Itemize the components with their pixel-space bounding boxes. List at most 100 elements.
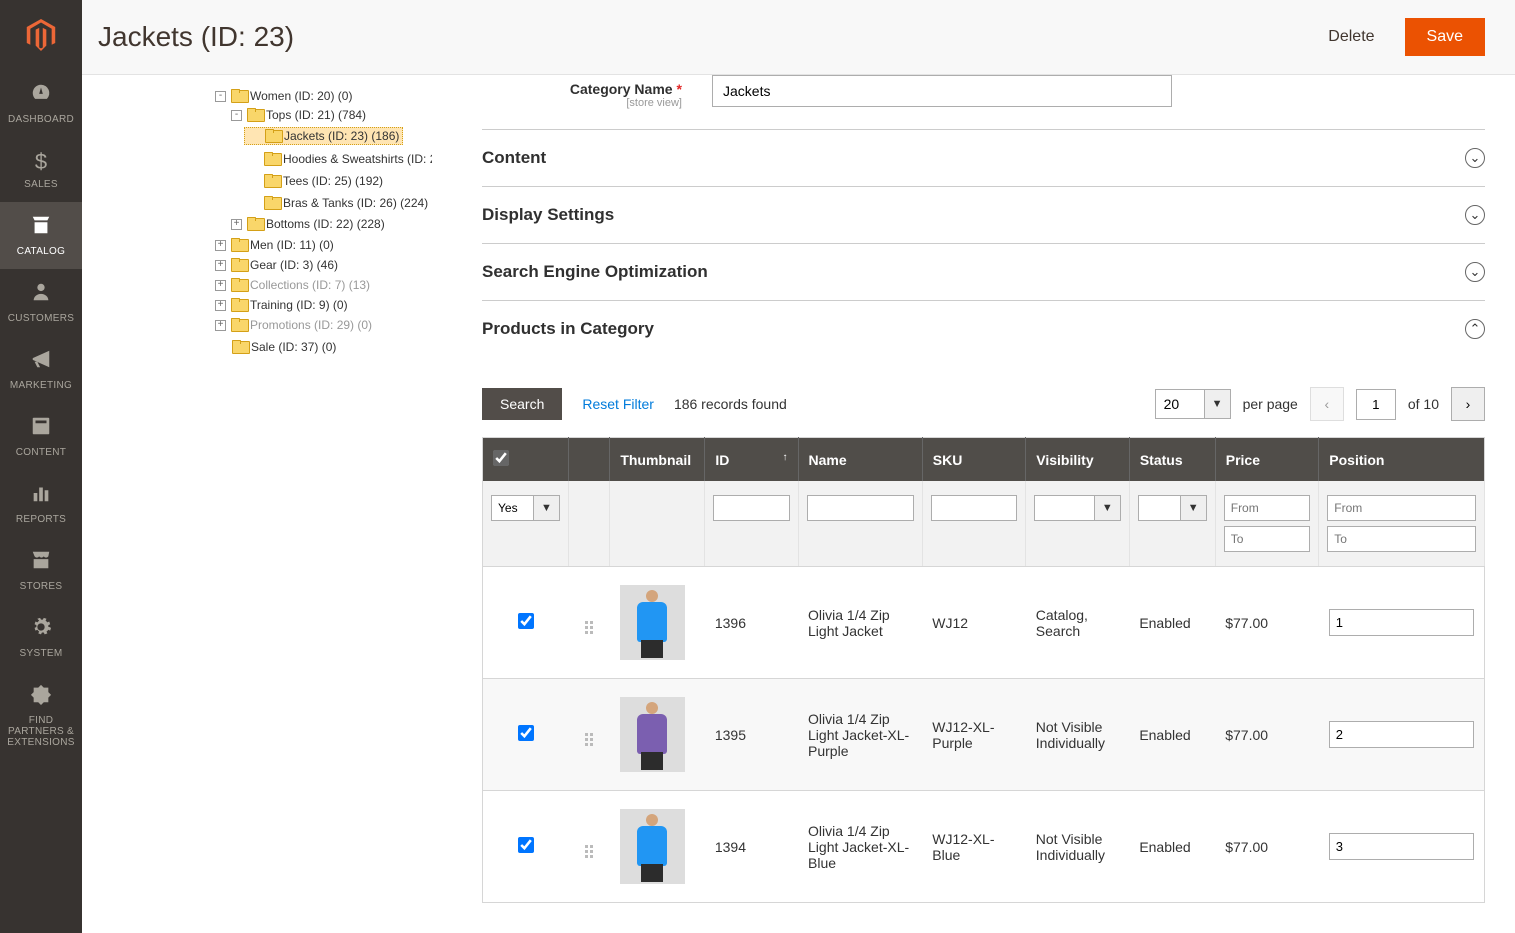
header-position[interactable]: Position [1319,438,1485,482]
header-price[interactable]: Price [1215,438,1319,482]
header-id[interactable]: ID↑ [705,438,798,482]
tree-node[interactable]: -Women (ID: 20) (0) [212,88,355,104]
chevron-down-icon: ⌄ [1465,205,1485,225]
position-input[interactable] [1329,721,1474,748]
filter-checkbox-select[interactable] [491,495,534,521]
collapse-icon[interactable]: - [231,110,242,121]
expand-icon[interactable]: + [215,240,226,251]
header-checkbox-col[interactable] [483,438,569,482]
content-icon [4,415,78,443]
pager-next-button[interactable]: › [1451,387,1485,421]
expand-icon[interactable]: + [215,280,226,291]
tree-node[interactable]: Hoodies & Sweatshirts (ID: 24) (182) [244,151,432,167]
filter-sku-input[interactable] [931,495,1018,521]
page-size-input[interactable] [1155,389,1205,419]
category-tree: -Women (ID: 20) (0) -Tops (ID: 21) (784) J… [82,75,432,933]
expand-icon[interactable]: + [231,219,242,230]
header-name[interactable]: Name [798,438,922,482]
table-row[interactable]: 1394 Olivia 1/4 Zip Light Jacket-XL-Blue… [483,791,1485,903]
tree-node[interactable]: -Tops (ID: 21) (784) [228,107,369,123]
pager-current-input[interactable] [1356,389,1396,420]
dashboard-icon [4,82,78,110]
filter-status-dropdown[interactable]: ▼ [1181,495,1207,521]
row-checkbox[interactable] [518,613,534,629]
delete-button[interactable]: Delete [1310,18,1392,56]
pager-prev-button[interactable]: ‹ [1310,387,1344,421]
filter-position-from[interactable] [1327,495,1476,521]
cell-id: 1396 [705,567,798,679]
tree-node[interactable]: Bras & Tanks (ID: 26) (224) [244,195,431,211]
sidebar-item-content[interactable]: Content [0,403,82,470]
header-thumbnail[interactable]: Thumbnail [610,438,705,482]
tree-node[interactable]: +Collections (ID: 7) (13) [212,277,373,293]
section-seo[interactable]: Search Engine Optimization ⌄ [482,243,1485,300]
sidebar-item-dashboard[interactable]: Dashboard [0,70,82,137]
filter-name-input[interactable] [807,495,914,521]
header-drag-col [568,438,609,482]
chevron-down-icon: ⌄ [1465,148,1485,168]
folder-icon [231,278,247,292]
reports-icon [4,482,78,510]
filter-price-from[interactable] [1224,495,1311,521]
sidebar-item-stores[interactable]: Stores [0,537,82,604]
expand-icon[interactable]: + [215,300,226,311]
tree-node[interactable]: Jackets (ID: 23) (186) [244,127,403,145]
table-row[interactable]: 1395 Olivia 1/4 Zip Light Jacket-XL-Purp… [483,679,1485,791]
header-visibility[interactable]: Visibility [1026,438,1130,482]
sidebar-item-sales[interactable]: $ Sales [0,137,82,202]
table-row[interactable]: 1396 Olivia 1/4 Zip Light Jacket WJ12 Ca… [483,567,1485,679]
tree-node-label: Jackets (ID: 23) (186) [284,129,399,143]
drag-handle-icon[interactable] [585,733,593,746]
expand-icon[interactable]: + [215,260,226,271]
sidebar-item-reports[interactable]: Reports [0,470,82,537]
select-all-checkbox[interactable] [493,450,509,466]
category-name-input[interactable] [712,75,1172,107]
drag-handle-icon[interactable] [585,845,593,858]
product-thumbnail [620,697,685,772]
filter-price-to[interactable] [1224,526,1311,552]
folder-icon [264,174,280,188]
header-status[interactable]: Status [1129,438,1215,482]
row-checkbox[interactable] [518,837,534,853]
header-sku[interactable]: SKU [922,438,1026,482]
sidebar-item-partners[interactable]: Find Partners & Extensions [0,671,82,760]
cell-id: 1394 [705,791,798,903]
customers-icon [4,281,78,309]
collapse-icon[interactable]: - [215,91,226,102]
filter-position-to[interactable] [1327,526,1476,552]
sidebar-item-system[interactable]: System [0,604,82,671]
page-size-dropdown[interactable]: ▼ [1205,389,1231,419]
magento-logo[interactable] [0,0,82,70]
cell-visibility: Not Visible Individually [1026,679,1130,791]
search-button[interactable]: Search [482,388,562,420]
section-products-in-category[interactable]: Products in Category ⌃ [482,300,1485,357]
section-display-settings[interactable]: Display Settings ⌄ [482,186,1485,243]
position-input[interactable] [1329,833,1474,860]
tree-node[interactable]: +Training (ID: 9) (0) [212,297,351,313]
category-name-label: Category Name* [store view] [482,75,712,109]
row-checkbox[interactable] [518,725,534,741]
reset-filter-link[interactable]: Reset Filter [582,396,654,412]
tree-node[interactable]: Tees (ID: 25) (192) [244,173,386,189]
filter-visibility-dropdown[interactable]: ▼ [1095,495,1121,521]
catalog-icon [4,214,78,242]
section-content[interactable]: Content ⌄ [482,129,1485,186]
position-input[interactable] [1329,609,1474,636]
filter-visibility-select[interactable] [1034,495,1095,521]
marketing-icon [4,348,78,376]
expand-icon[interactable]: + [215,320,226,331]
tree-node[interactable]: +Gear (ID: 3) (46) [212,257,341,273]
tree-node[interactable]: Sale (ID: 37) (0) [212,339,339,355]
tree-node[interactable]: +Promotions (ID: 29) (0) [212,317,375,333]
sidebar-item-customers[interactable]: Customers [0,269,82,336]
save-button[interactable]: Save [1405,18,1485,56]
sidebar-item-catalog[interactable]: Catalog [0,202,82,269]
tree-node[interactable]: +Men (ID: 11) (0) [212,237,337,253]
filter-status-select[interactable] [1138,495,1181,521]
tree-node[interactable]: +Bottoms (ID: 22) (228) [228,216,388,232]
drag-handle-icon[interactable] [585,621,593,634]
cell-name: Olivia 1/4 Zip Light Jacket-XL-Purple [798,679,922,791]
filter-checkbox-dropdown[interactable]: ▼ [534,495,560,521]
filter-id-input[interactable] [713,495,789,521]
sidebar-item-marketing[interactable]: Marketing [0,336,82,403]
